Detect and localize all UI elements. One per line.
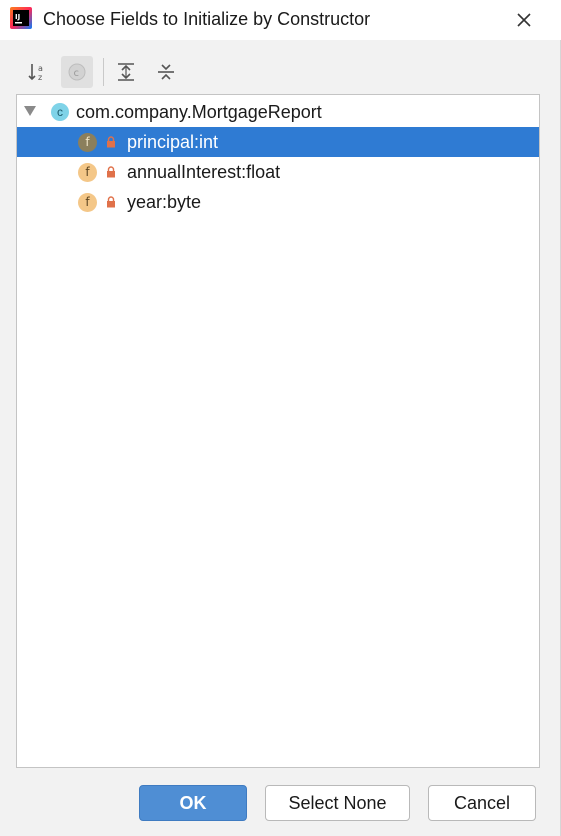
expand-all-button[interactable]	[110, 56, 142, 88]
field-label: year:byte	[127, 192, 202, 212]
collapse-all-icon	[158, 64, 174, 80]
field-label: annualInterest:float	[127, 162, 281, 182]
field-label: principal:int	[127, 132, 219, 152]
toolbar: a z c	[0, 52, 561, 92]
dialog-title: Choose Fields to Initialize by Construct…	[43, 9, 371, 29]
class-name-label: com.company.MortgageReport	[76, 102, 322, 122]
select-none-button[interactable]: Select None	[265, 785, 410, 821]
class-c-icon: c	[68, 63, 86, 81]
field-row[interactable]: f annualInterest:float	[17, 157, 539, 187]
sort-az-icon: a z	[28, 64, 43, 82]
toolbar-separator	[103, 58, 104, 86]
sort-alphabetically-button[interactable]: a z	[22, 56, 54, 88]
collapse-all-button[interactable]	[150, 56, 182, 88]
close-icon	[517, 13, 531, 27]
field-icon: f	[78, 163, 97, 182]
fields-tree[interactable]: c com.company.MortgageReport f principal…	[16, 94, 540, 768]
intellij-app-icon: IJ	[10, 7, 32, 29]
svg-text:c: c	[74, 68, 80, 79]
field-row[interactable]: f year:byte	[17, 187, 539, 217]
expand-all-icon	[118, 63, 134, 81]
close-button[interactable]	[504, 0, 544, 40]
class-icon: c	[51, 103, 69, 121]
svg-text:IJ: IJ	[15, 13, 20, 21]
lock-icon	[107, 196, 115, 208]
lock-icon	[107, 166, 115, 178]
svg-text:z: z	[38, 73, 42, 82]
dialog: IJ Choose Fields to Initialize by Constr…	[0, 0, 561, 836]
show-classes-button[interactable]: c	[61, 56, 93, 88]
title-bar: IJ Choose Fields to Initialize by Constr…	[0, 0, 561, 40]
chevron-down-icon[interactable]	[24, 106, 36, 116]
field-icon: f	[78, 193, 97, 212]
field-icon: f	[78, 133, 97, 152]
cancel-button[interactable]: Cancel	[428, 785, 536, 821]
lock-icon	[107, 136, 115, 148]
tree-root-row[interactable]: c com.company.MortgageReport	[17, 97, 539, 127]
svg-text:a: a	[38, 64, 43, 73]
ok-button[interactable]: OK	[139, 785, 247, 821]
field-row[interactable]: f principal:int	[17, 127, 539, 157]
